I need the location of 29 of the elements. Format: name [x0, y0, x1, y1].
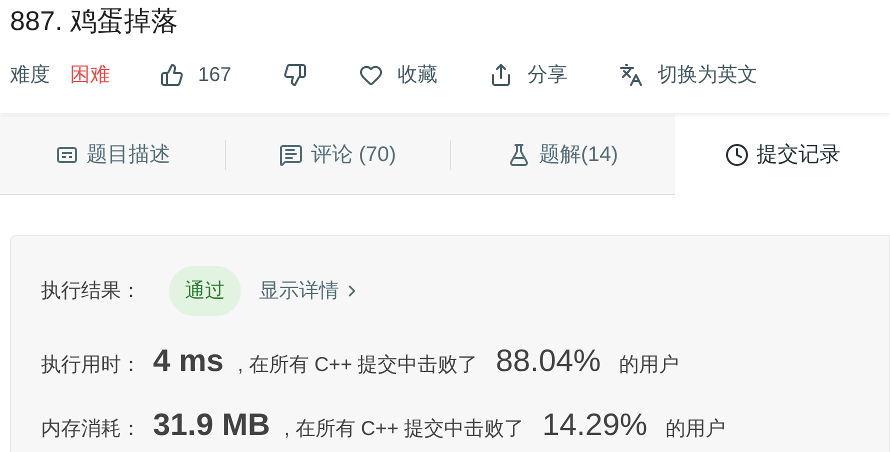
status-badge: 通过 [169, 266, 241, 316]
heart-icon [359, 63, 384, 87]
like-button[interactable]: 167 [160, 60, 232, 90]
translate-icon [619, 63, 644, 87]
dislike-button[interactable] [283, 63, 308, 87]
translate-button[interactable]: 切换为英文 [619, 60, 758, 90]
metric-value: 31.9 MB [153, 406, 270, 444]
metric-description: , 在所有 C++ 提交中击败了 [238, 353, 478, 378]
metric-percent: 14.29% [542, 406, 648, 444]
clock-icon [724, 143, 748, 167]
metric-label: 执行用时： [41, 353, 141, 378]
metric-value: 4 ms [153, 342, 224, 380]
tab[interactable]: 提交记录 [724, 139, 840, 171]
thumbs-down-icon [283, 63, 308, 87]
difficulty-value: 困难 [70, 63, 110, 88]
thumbs-up-icon [160, 63, 184, 87]
difficulty-label: 难度 [10, 63, 50, 88]
metric-suffix: 的用户 [618, 353, 679, 378]
metric-percent: 88.04% [496, 342, 601, 380]
result-label: 执行结果： [41, 279, 141, 304]
metric-label: 内存消耗： [41, 417, 141, 442]
problem-title: 887. 鸡蛋掉落 [10, 5, 178, 35]
favorite-button[interactable]: 收藏 [359, 60, 438, 90]
metric-suffix: 的用户 [665, 417, 726, 442]
tab[interactable]: 题解(14) [506, 138, 618, 170]
share-button[interactable]: 分享 [489, 60, 568, 90]
comment-icon [278, 142, 303, 166]
details-link[interactable]: 显示详情 [259, 276, 361, 306]
metric-description: , 在所有 C++ 提交中击败了 [284, 417, 524, 442]
